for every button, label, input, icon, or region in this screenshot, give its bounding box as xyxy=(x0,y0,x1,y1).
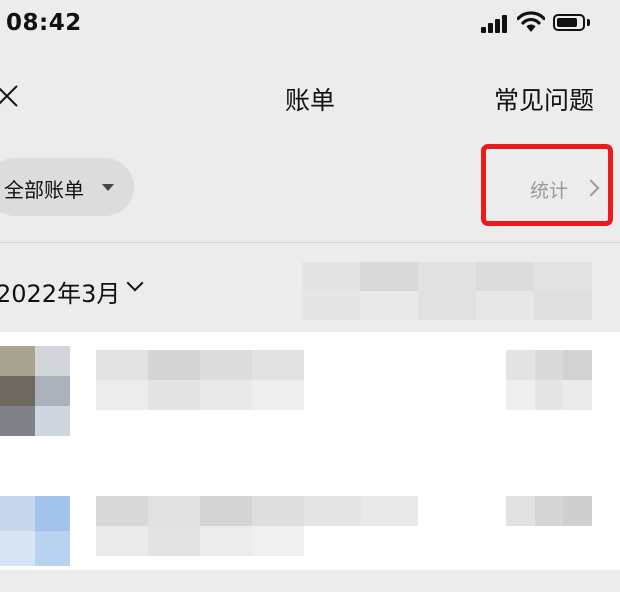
status-bar: 08:42 xyxy=(0,0,620,50)
transaction-title-pixelated xyxy=(96,350,304,410)
caret-down-icon xyxy=(102,184,114,191)
transaction-title-pixelated xyxy=(96,496,304,556)
transaction-amount-pixelated xyxy=(506,350,592,410)
faq-link[interactable]: 常见问题 xyxy=(494,81,594,117)
battery-icon xyxy=(553,14,585,31)
divider xyxy=(0,242,620,243)
transaction-extra-pixelated xyxy=(304,496,418,526)
list-item[interactable] xyxy=(0,346,620,446)
avatar-pixelated xyxy=(0,496,70,566)
wifi-icon xyxy=(517,11,545,32)
bill-filter-dropdown[interactable]: 全部账单 xyxy=(0,158,134,216)
transaction-amount-pixelated xyxy=(506,496,592,526)
highlight-annotation-box xyxy=(481,144,613,226)
chevron-down-icon xyxy=(126,274,144,292)
cellular-signal-icon xyxy=(481,13,511,33)
avatar-pixelated xyxy=(0,346,70,436)
transaction-list xyxy=(0,332,620,570)
list-item[interactable] xyxy=(0,492,620,592)
battery-tip xyxy=(587,19,590,26)
month-selector[interactable]: 2022年3月 xyxy=(0,274,120,309)
filter-label: 全部账单 xyxy=(4,178,84,202)
status-time: 08:42 xyxy=(6,10,82,36)
month-header: 2022年3月 xyxy=(0,248,620,332)
month-summary-pixelated xyxy=(302,262,592,320)
